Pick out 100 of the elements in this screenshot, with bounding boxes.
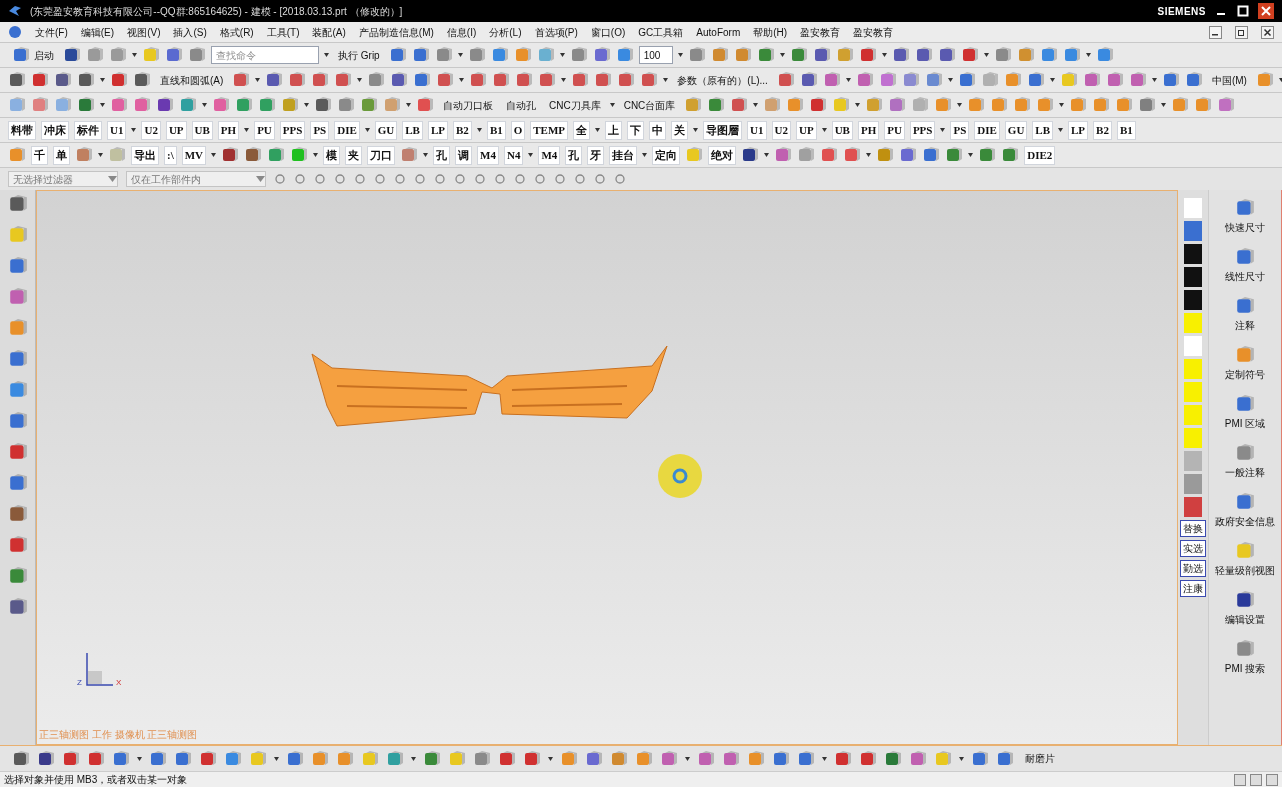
menu-item[interactable]: 编辑(E) xyxy=(80,24,115,40)
snap-icon[interactable] xyxy=(474,173,486,185)
tool-icon[interactable] xyxy=(7,504,28,524)
tool-icon[interactable] xyxy=(1001,146,1020,164)
snap-icon[interactable] xyxy=(394,173,406,185)
tool-icon[interactable] xyxy=(741,146,760,164)
tool-icon[interactable] xyxy=(834,749,852,768)
start-button[interactable]: 启动 xyxy=(8,46,58,64)
status-icon[interactable] xyxy=(1234,773,1246,786)
tool-icon[interactable] xyxy=(7,442,28,462)
caret-icon[interactable] xyxy=(98,153,103,157)
panel-command[interactable]: 注释 xyxy=(1235,296,1255,333)
caret-icon[interactable] xyxy=(940,128,946,132)
menu-item[interactable]: 盈安教育 xyxy=(853,24,894,40)
caret-icon[interactable] xyxy=(1049,78,1055,82)
tool-icon[interactable] xyxy=(165,46,183,64)
caret-icon[interactable] xyxy=(132,53,137,57)
close-icon[interactable] xyxy=(1261,25,1274,39)
tool-icon[interactable] xyxy=(492,71,511,89)
tool-icon[interactable] xyxy=(1026,71,1045,89)
tool-icon[interactable] xyxy=(62,749,80,768)
caret-icon[interactable] xyxy=(779,53,785,57)
menu-item[interactable]: 首选项(P) xyxy=(534,24,578,40)
tool-icon[interactable] xyxy=(960,46,979,64)
toolbar-tile[interactable]: GU xyxy=(374,120,398,140)
toolbar-command[interactable]: 耐磨片 xyxy=(1021,751,1059,766)
menu-item[interactable]: 装配(A) xyxy=(312,24,346,40)
caret-icon[interactable] xyxy=(609,103,615,107)
tool-icon[interactable] xyxy=(77,96,95,114)
tool-icon[interactable] xyxy=(789,46,808,64)
tool-icon[interactable] xyxy=(945,146,964,164)
tool-icon[interactable] xyxy=(221,146,240,164)
tool-icon[interactable] xyxy=(858,46,877,64)
caret-icon[interactable] xyxy=(685,756,690,761)
tool-icon[interactable] xyxy=(8,71,26,89)
tool-icon[interactable] xyxy=(110,71,128,89)
menu-item[interactable]: 帮助(H) xyxy=(753,24,788,40)
tool-icon[interactable] xyxy=(937,46,956,64)
tool-icon[interactable] xyxy=(498,749,516,768)
caret-icon[interactable] xyxy=(959,756,964,761)
side-tile-icon[interactable] xyxy=(1184,290,1202,310)
tool-icon[interactable] xyxy=(7,256,28,276)
snap-icon[interactable] xyxy=(274,173,286,185)
side-tile-icon[interactable] xyxy=(1184,382,1202,402)
caret-icon[interactable] xyxy=(663,78,669,82)
tool-icon[interactable] xyxy=(54,71,72,89)
caret-icon[interactable] xyxy=(202,103,207,107)
tool-icon[interactable] xyxy=(899,146,918,164)
tool-icon[interactable] xyxy=(617,71,636,89)
tool-icon[interactable] xyxy=(411,46,430,64)
toolbar-tile[interactable]: DIE2 xyxy=(1024,145,1056,165)
toolbar-tile[interactable]: B1 xyxy=(486,120,506,140)
tool-icon[interactable] xyxy=(156,96,174,114)
toolbar-tile[interactable]: LP xyxy=(1068,120,1089,140)
tool-icon[interactable] xyxy=(1235,394,1255,414)
side-tile[interactable]: 注康 xyxy=(1180,580,1206,597)
tool-icon[interactable] xyxy=(797,749,815,768)
toolbar-tile[interactable]: 料带 xyxy=(8,120,36,140)
search-field[interactable]: 查找命令 xyxy=(211,46,319,64)
tool-icon[interactable] xyxy=(7,597,28,617)
tool-icon[interactable] xyxy=(77,71,95,89)
toolbar-tile[interactable]: 定向 xyxy=(652,145,681,165)
toolbar-tile[interactable]: U2 xyxy=(771,120,791,140)
tool-icon[interactable] xyxy=(891,46,910,64)
toolbar-tile[interactable]: 全 xyxy=(573,120,591,140)
snap-icon[interactable] xyxy=(454,173,466,185)
menu-item[interactable]: AutoForm xyxy=(696,24,741,40)
side-tile[interactable]: 实选 xyxy=(1180,540,1206,557)
snap-icon[interactable] xyxy=(554,173,566,185)
toolbar-tile[interactable]: B1 xyxy=(1116,120,1136,140)
caret-icon[interactable] xyxy=(364,128,370,132)
filter-dropdown[interactable]: 无选择过滤器 xyxy=(8,171,118,187)
tool-icon[interactable] xyxy=(63,46,81,64)
caret-icon[interactable] xyxy=(983,53,989,57)
toolbar-tile[interactable]: GU xyxy=(1004,120,1028,140)
caret-icon[interactable] xyxy=(100,78,105,82)
toolbar-tile[interactable]: PH xyxy=(857,120,880,140)
side-tile-icon[interactable] xyxy=(1184,313,1202,333)
panel-command[interactable]: 编辑设置 xyxy=(1225,590,1265,627)
caret-icon[interactable] xyxy=(411,756,416,761)
snap-icon[interactable] xyxy=(314,173,326,185)
toolbar-tile[interactable]: :\ xyxy=(164,145,177,165)
toolbar-tile[interactable]: U2 xyxy=(141,120,161,140)
tool-icon[interactable] xyxy=(1235,492,1255,512)
toolbar-tile[interactable]: 中 xyxy=(649,120,667,140)
side-tile-icon[interactable] xyxy=(1184,244,1202,264)
caret-icon[interactable] xyxy=(677,53,683,57)
tool-icon[interactable] xyxy=(288,71,307,89)
tool-icon[interactable] xyxy=(971,749,989,768)
side-tile-icon[interactable] xyxy=(1184,198,1202,218)
tool-icon[interactable] xyxy=(12,749,30,768)
tool-icon[interactable] xyxy=(538,71,557,89)
snap-icon[interactable] xyxy=(434,173,446,185)
caret-icon[interactable] xyxy=(255,78,261,82)
tool-icon[interactable] xyxy=(7,411,28,431)
caret-icon[interactable] xyxy=(595,128,601,132)
tool-icon[interactable] xyxy=(523,749,541,768)
menu-item[interactable]: 盈安教育 xyxy=(800,24,841,40)
caret-icon[interactable] xyxy=(406,103,411,107)
side-tile[interactable]: 替换 xyxy=(1180,520,1206,537)
